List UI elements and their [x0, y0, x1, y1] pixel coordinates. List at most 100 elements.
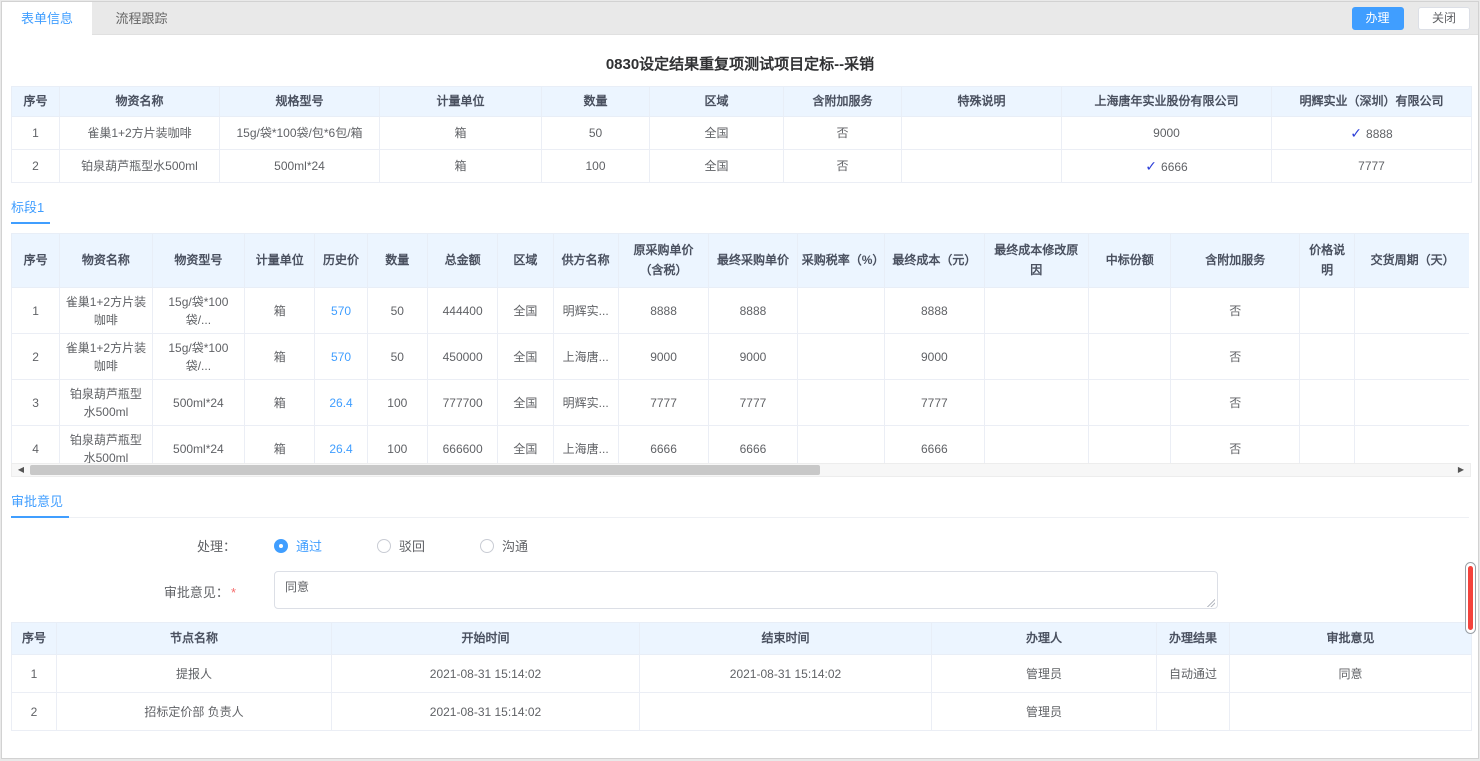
required-mark: * — [231, 585, 236, 600]
cell: 444400 — [427, 288, 497, 334]
comment-textarea[interactable]: 同意 — [274, 571, 1218, 609]
header-row: 序号物资名称物资型号计量单位历史价数量总金额区域供方名称原采购单价（含税）最终采… — [12, 234, 1470, 288]
cell: 全国 — [498, 288, 553, 334]
cell: 同意 — [1230, 655, 1472, 693]
cell: ✓8888 — [1272, 117, 1472, 150]
cell: 自动通过 — [1157, 655, 1230, 693]
cell: 6666 — [885, 426, 984, 464]
cell — [1089, 334, 1171, 380]
column-header: 采购税率（%） — [797, 234, 884, 288]
cell: 9000 — [709, 334, 797, 380]
radio-unselected-icon — [377, 539, 391, 553]
tab-process-track[interactable]: 流程跟踪 — [96, 2, 186, 35]
scroll-right-icon[interactable]: ▶ — [1454, 464, 1468, 476]
cell: 箱 — [245, 380, 315, 426]
column-header: 含附加服务 — [784, 87, 902, 117]
cell: 7777 — [709, 380, 797, 426]
header-row: 序号物资名称规格型号计量单位数量区域含附加服务特殊说明上海唐年实业股份有限公司明… — [12, 87, 1472, 117]
close-button[interactable]: 关闭 — [1418, 7, 1470, 30]
cell: 8888 — [618, 288, 708, 334]
column-header: 区域 — [498, 234, 553, 288]
hscrollbar-thumb[interactable] — [30, 465, 820, 475]
cell: 雀巢1+2方片装咖啡 — [60, 117, 220, 150]
vscrollbar-thumb[interactable] — [1468, 566, 1473, 630]
radio-approve[interactable]: 通过 — [274, 536, 322, 555]
history-price-link[interactable]: 570 — [331, 304, 351, 318]
cell — [1230, 693, 1472, 731]
column-header: 序号 — [12, 623, 57, 655]
cell — [1089, 288, 1171, 334]
cell — [902, 150, 1062, 183]
radio-communicate[interactable]: 沟通 — [480, 536, 528, 555]
column-header: 最终成本（元） — [885, 234, 984, 288]
lot-section-label: 标段1 — [11, 195, 1469, 223]
column-header: 数量 — [542, 87, 650, 117]
cell: 全国 — [650, 117, 784, 150]
column-header: 数量 — [367, 234, 427, 288]
check-icon: ✓ — [1350, 125, 1362, 141]
cell: 100 — [367, 426, 427, 464]
history-price-link[interactable]: 26.4 — [329, 442, 352, 456]
tab-form-info[interactable]: 表单信息 — [2, 2, 92, 35]
scroll-left-icon[interactable]: ◀ — [14, 464, 28, 476]
cell: 上海唐... — [553, 334, 618, 380]
comment-label: 审批意见：* — [11, 582, 236, 601]
cell: 2021-08-31 15:14:02 — [332, 655, 640, 693]
cell: 15g/袋*100袋/包*6包/箱 — [220, 117, 380, 150]
cell — [984, 334, 1089, 380]
topbar-actions: 办理 关闭 — [1342, 7, 1470, 30]
form-content: 0830设定结果重复项测试项目定标--采销 序号物资名称规格型号计量单位数量区域… — [2, 53, 1478, 731]
cell — [797, 380, 884, 426]
resize-handle-icon[interactable] — [1206, 598, 1215, 607]
cell: 明辉实... — [553, 288, 618, 334]
handle-label: 处理： — [11, 536, 236, 555]
cell: 箱 — [380, 150, 542, 183]
cell — [1355, 288, 1469, 334]
cell — [984, 288, 1089, 334]
column-header: 原采购单价（含税） — [618, 234, 708, 288]
history-price-link[interactable]: 570 — [331, 350, 351, 364]
table-row: 2招标定价部 负责人2021-08-31 15:14:02管理员 — [12, 693, 1472, 731]
column-header: 特殊说明 — [902, 87, 1062, 117]
history-price-link[interactable]: 26.4 — [329, 396, 352, 410]
cell: 2 — [12, 150, 60, 183]
radio-reject[interactable]: 驳回 — [377, 536, 425, 555]
cell: 777700 — [427, 380, 497, 426]
column-header: 历史价 — [315, 234, 367, 288]
radio-selected-icon — [274, 539, 288, 553]
cell — [1300, 288, 1355, 334]
cell: 570 — [315, 288, 367, 334]
cell — [640, 693, 932, 731]
cell: 箱 — [245, 288, 315, 334]
column-header: 规格型号 — [220, 87, 380, 117]
lot-tab[interactable]: 标段1 — [11, 195, 50, 224]
cell: 全国 — [498, 380, 553, 426]
column-header: 价格说明 — [1300, 234, 1355, 288]
column-header: 计量单位 — [380, 87, 542, 117]
cell: 8888 — [885, 288, 984, 334]
column-header: 含附加服务 — [1171, 234, 1300, 288]
cell: 100 — [367, 380, 427, 426]
radio-unselected-icon — [480, 539, 494, 553]
cell: 500ml*24 — [220, 150, 380, 183]
cell: 雀巢1+2方片装咖啡 — [60, 334, 152, 380]
cell — [1355, 426, 1469, 464]
cell: 7777 — [618, 380, 708, 426]
column-header: 区域 — [650, 87, 784, 117]
column-header: 审批意见 — [1230, 623, 1472, 655]
handle-button[interactable]: 办理 — [1352, 7, 1404, 30]
cell: 26.4 — [315, 380, 367, 426]
form-window: 表单信息 流程跟踪 办理 关闭 0830设定结果重复项测试项目定标--采销 序号… — [1, 1, 1479, 759]
comment-row: 审批意见：* 同意 — [11, 571, 1469, 612]
tab-bar: 表单信息 流程跟踪 办理 关闭 — [2, 2, 1478, 35]
cell: 8888 — [709, 288, 797, 334]
cell: ✓6666 — [1062, 150, 1272, 183]
table-row: 1雀巢1+2方片装咖啡15g/袋*100袋/包*6包/箱箱50全国否9000✓8… — [12, 117, 1472, 150]
cell: 15g/袋*100袋/... — [152, 288, 244, 334]
cell: 箱 — [380, 117, 542, 150]
approval-tab[interactable]: 审批意见 — [11, 489, 69, 518]
cell: 50 — [367, 334, 427, 380]
cell: 50 — [367, 288, 427, 334]
cell: 2 — [12, 693, 57, 731]
column-header: 序号 — [12, 234, 60, 288]
